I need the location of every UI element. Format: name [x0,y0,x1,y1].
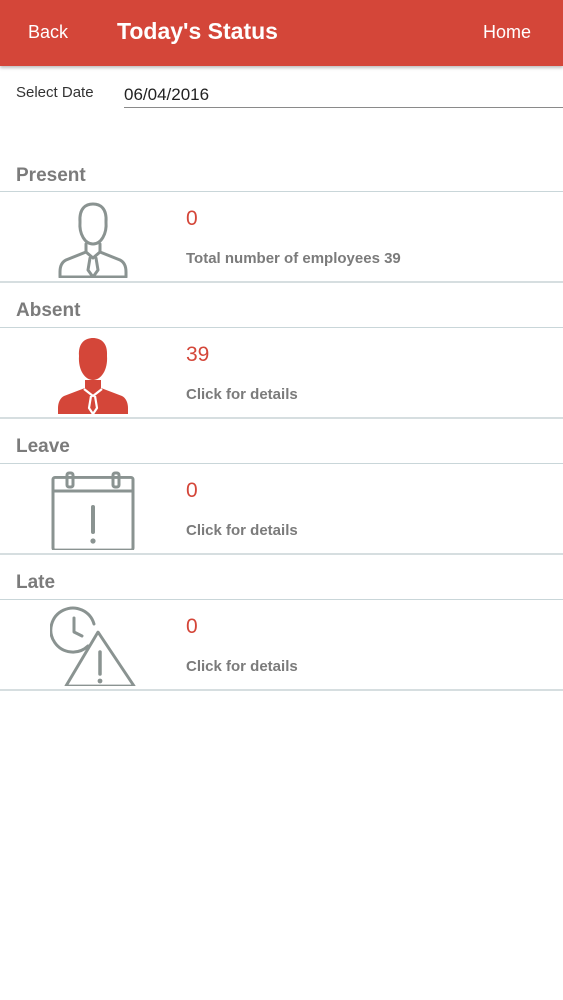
leave-section-title: Leave [16,436,70,457]
calendar-alert-icon [51,471,135,550]
present-count: 0 [186,207,198,230]
select-date-label: Select Date [16,84,94,101]
top-app-bar: Back Today's Status Home [0,0,563,66]
leave-count: 0 [186,479,198,502]
absent-section-title: Absent [16,300,81,321]
date-input[interactable] [124,82,563,108]
present-subtitle: Total number of employees 39 [186,250,401,267]
clock-warning-icon [50,606,136,686]
employee-outline-icon [58,202,128,278]
date-selector-row: Select Date [0,66,563,126]
leave-card[interactable]: 0 Click for details [0,463,563,555]
absent-subtitle: Click for details [186,386,298,403]
absent-card[interactable]: 39 Click for details [0,327,563,419]
back-button[interactable]: Back [28,22,68,43]
employee-filled-icon [58,338,128,414]
late-count: 0 [186,615,198,638]
late-card[interactable]: 0 Click for details [0,599,563,691]
present-card[interactable]: 0 Total number of employees 39 [0,191,563,283]
home-button[interactable]: Home [483,22,531,43]
leave-subtitle: Click for details [186,522,298,539]
late-subtitle: Click for details [186,658,298,675]
late-section-title: Late [16,572,56,593]
page-title: Today's Status [117,18,278,44]
absent-count: 39 [186,343,210,366]
present-section-title: Present [16,165,86,186]
